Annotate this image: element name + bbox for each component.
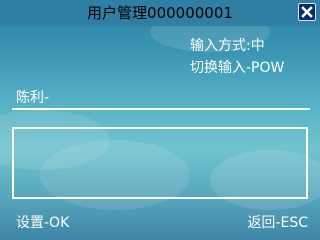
back-softkey[interactable]: 返回-ESC [247, 215, 308, 231]
input-method-label: 输入方式:中 [190, 38, 265, 54]
title-bar: 用户管理000000001 [0, 0, 320, 26]
text-area[interactable] [12, 127, 308, 199]
page-title: 用户管理000000001 [87, 4, 233, 22]
name-field-underline [12, 108, 310, 110]
switch-input-hint: 切换输入-POW [190, 60, 285, 76]
name-field[interactable]: 陈利- [16, 90, 49, 106]
close-button[interactable] [298, 3, 316, 21]
settings-softkey[interactable]: 设置-OK [16, 215, 69, 231]
close-icon [301, 6, 313, 18]
user-management-screen: 用户管理000000001 输入方式:中 切换输入-POW 陈利- 设置-OK … [0, 0, 320, 240]
